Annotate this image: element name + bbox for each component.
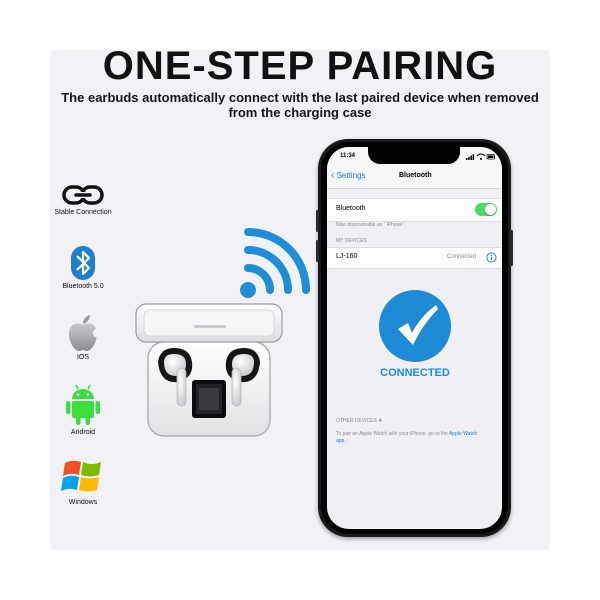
feature-bluetooth: Bluetooth 5.0 <box>50 245 116 290</box>
toggle-knob <box>485 204 496 215</box>
device-status: Connected <box>447 254 477 260</box>
power-button <box>510 230 513 266</box>
feature-windows: Windows <box>50 457 116 506</box>
feature-label: IOS <box>76 354 90 361</box>
feature-ios: IOS <box>50 314 116 361</box>
apple-icon <box>69 315 101 351</box>
wireless-signal-icon <box>240 228 310 298</box>
feature-label: Android <box>70 429 96 436</box>
watch-note: To pair an Apple Watch with your iPhone,… <box>336 431 486 445</box>
back-button[interactable]: ‹ Settings <box>331 170 365 181</box>
status-time: 11:34 <box>340 153 356 159</box>
info-icon[interactable] <box>486 252 497 263</box>
feature-label: Bluetooth 5.0 <box>62 283 104 290</box>
phone-notch <box>368 147 460 164</box>
watch-note-text: To pair an Apple Watch with your iPhone,… <box>336 431 448 437</box>
loading-spinner-icon: ✺ <box>378 418 383 424</box>
chevron-left-icon: ‹ <box>331 170 335 181</box>
device-name: LJ-160 <box>336 253 358 260</box>
earbuds-charging-case <box>135 303 283 437</box>
bluetooth-label: Bluetooth <box>336 205 366 212</box>
product-canvas: ONE-STEP PAIRING The earbuds automatical… <box>0 0 600 600</box>
back-label: Settings <box>336 171 366 180</box>
feature-stable-connection: Stable Connection <box>50 183 116 216</box>
link-icon <box>62 185 104 205</box>
screen-title: Bluetooth <box>399 172 432 179</box>
windows-icon <box>61 460 101 492</box>
page-title: ONE-STEP PAIRING <box>102 44 498 88</box>
my-devices-header: MY DEVICES <box>336 238 367 244</box>
feature-android: Android <box>50 383 116 436</box>
volume-down-button <box>316 240 319 262</box>
bluetooth-icon <box>71 246 95 280</box>
android-icon <box>66 384 100 425</box>
feature-label: Windows <box>68 499 98 506</box>
feature-label: Stable Connection <box>54 209 112 216</box>
checkmark-circle-icon <box>379 290 451 362</box>
bluetooth-toggle[interactable] <box>475 203 497 216</box>
other-devices-label: OTHER DEVICES <box>336 418 377 424</box>
connected-banner: CONNECTED <box>380 367 450 379</box>
other-devices-header: OTHER DEVICES ✺ <box>336 418 382 424</box>
volume-up-button <box>316 210 319 232</box>
discoverable-note: Now discoverable as “ iPhone”. <box>336 222 406 228</box>
status-icons <box>466 153 495 160</box>
page-subtitle: The earbuds automatically connect with t… <box>61 90 539 120</box>
